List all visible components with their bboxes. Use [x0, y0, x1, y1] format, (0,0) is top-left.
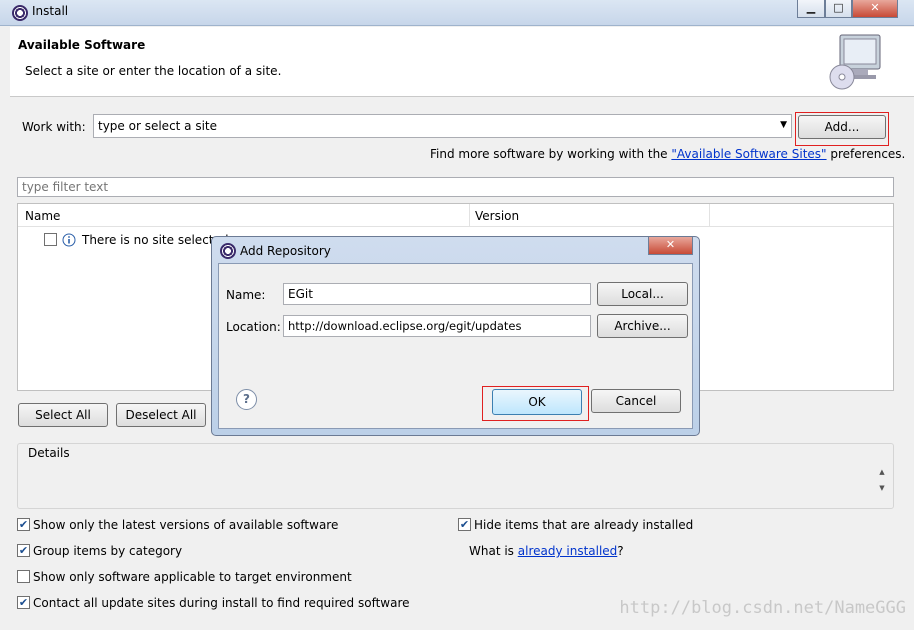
- deselect-all-button[interactable]: Deselect All: [116, 403, 206, 427]
- hide-installed-checkbox[interactable]: ✔: [458, 518, 471, 531]
- contact-sites-checkbox[interactable]: ✔: [17, 596, 30, 609]
- dialog-body: Name: EGit Local... Location: http://dow…: [218, 263, 693, 429]
- available-sites-link[interactable]: "Available Software Sites": [671, 147, 826, 161]
- page-title: Available Software: [18, 38, 146, 52]
- applicable-target-checkbox[interactable]: [17, 570, 30, 583]
- hide-installed-label: Hide items that are already installed: [474, 518, 694, 532]
- show-latest-checkbox[interactable]: ✔: [17, 518, 30, 531]
- details-label: Details: [26, 446, 72, 460]
- add-repository-dialog: Add Repository ✕ Name: EGit Local... Loc…: [211, 236, 700, 436]
- dialog-close-button[interactable]: ✕: [648, 237, 693, 255]
- page-subtitle: Select a site or enter the location of a…: [25, 64, 282, 78]
- info-icon: [62, 233, 76, 247]
- column-version[interactable]: Version: [475, 209, 519, 223]
- chevron-down-icon[interactable]: ▼: [780, 120, 787, 130]
- cancel-button[interactable]: Cancel: [591, 389, 681, 413]
- contact-sites-label: Contact all update sites during install …: [33, 596, 410, 610]
- applicable-target-label: Show only software applicable to target …: [33, 570, 352, 584]
- window-title: Install: [32, 4, 69, 18]
- select-all-button[interactable]: Select All: [18, 403, 108, 427]
- details-scrollbar[interactable]: ▲ ▼: [874, 468, 890, 492]
- location-field[interactable]: http://download.eclipse.org/egit/updates: [283, 315, 591, 337]
- help-icon[interactable]: ?: [236, 389, 257, 410]
- local-button[interactable]: Local...: [597, 282, 688, 306]
- what-is-prefix: What is: [469, 544, 518, 558]
- minimize-button[interactable]: ▁: [797, 0, 825, 18]
- find-more-text: Find more software by working with the "…: [430, 147, 905, 161]
- wizard-header: Available Software Select a site or ente…: [10, 27, 914, 97]
- name-field[interactable]: EGit: [283, 283, 591, 305]
- column-divider: [469, 204, 470, 226]
- work-with-value: type or select a site: [98, 119, 218, 133]
- column-name[interactable]: Name: [25, 209, 60, 223]
- row-text: There is no site selected.: [82, 233, 233, 247]
- maximize-button[interactable]: □: [825, 0, 852, 18]
- find-more-suffix: preferences.: [826, 147, 906, 161]
- archive-button[interactable]: Archive...: [597, 314, 688, 338]
- eclipse-icon: [220, 243, 236, 259]
- dialog-title: Add Repository: [240, 244, 331, 258]
- install-monitor-icon: [829, 34, 881, 90]
- row-checkbox[interactable]: [44, 233, 57, 246]
- show-latest-label: Show only the latest versions of availab…: [33, 518, 339, 532]
- column-divider: [709, 204, 710, 226]
- details-group: Details ▲ ▼: [17, 443, 894, 509]
- group-by-category-label: Group items by category: [33, 544, 183, 558]
- add-site-button[interactable]: Add...: [798, 115, 886, 139]
- group-by-category-checkbox[interactable]: ✔: [17, 544, 30, 557]
- what-is-text: What is already installed?: [469, 544, 624, 558]
- watermark: http://blog.csdn.net/NameGGG: [619, 598, 906, 618]
- what-is-suffix: ?: [617, 544, 624, 558]
- name-label: Name:: [226, 288, 266, 302]
- already-installed-link[interactable]: already installed: [518, 544, 618, 558]
- filter-input[interactable]: [17, 177, 894, 197]
- work-with-combo[interactable]: type or select a site ▼: [93, 114, 792, 138]
- window-titlebar: Install ▁ □ ✕: [0, 0, 914, 26]
- find-more-prefix: Find more software by working with the: [430, 147, 672, 161]
- work-with-label: Work with:: [22, 120, 86, 134]
- close-button[interactable]: ✕: [852, 0, 898, 18]
- ok-button[interactable]: OK: [492, 389, 582, 415]
- eclipse-icon: [12, 5, 28, 21]
- location-label: Location:: [226, 320, 281, 334]
- table-header: Name Version: [18, 204, 893, 227]
